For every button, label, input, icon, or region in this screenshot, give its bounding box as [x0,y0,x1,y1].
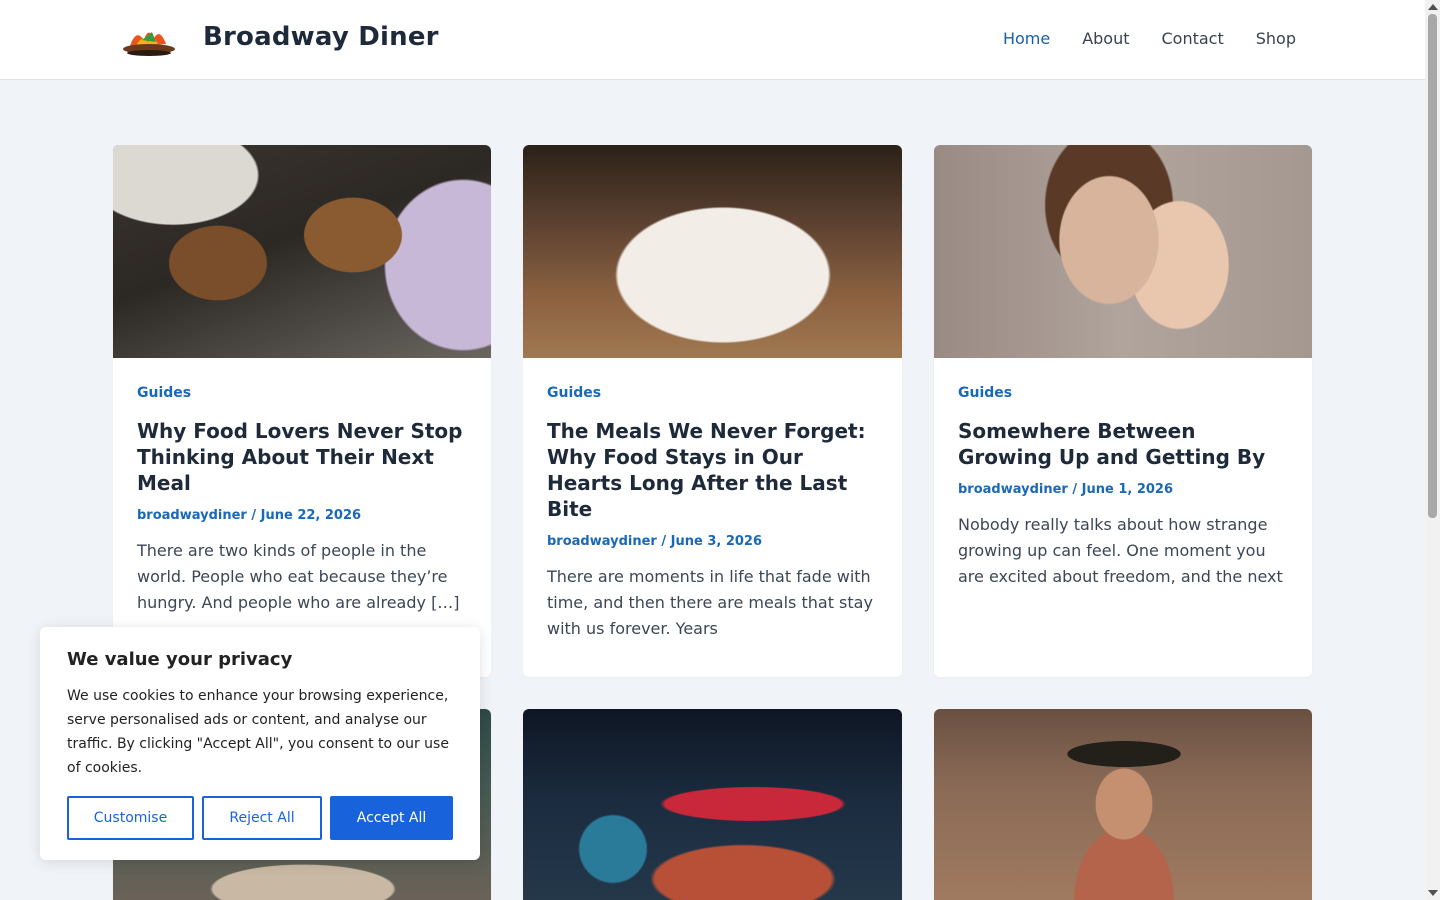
post-card: Guides The Meals We Never Forget: Why Fo… [523,145,902,677]
post-image-mother-daughter[interactable] [934,145,1312,358]
cookie-text: We use cookies to enhance your browsing … [67,688,449,776]
post-title[interactable]: Why Food Lovers Never Stop Thinking Abou… [137,418,471,496]
post-excerpt: There are moments in life that fade with… [547,567,873,638]
post-image-night-market-bbq[interactable] [523,709,902,900]
post-category[interactable]: Guides [547,385,882,401]
cookie-title: We value your privacy [67,649,293,670]
post-title[interactable]: The Meals We Never Forget: Why Food Stay… [547,418,882,522]
post-image-popcorn-woman[interactable] [934,709,1312,900]
post-category[interactable]: Guides [958,385,1292,401]
post-meta: broadwaydiner / June 1, 2026 [958,482,1174,497]
site-title[interactable]: Broadway Diner [203,22,439,52]
post-meta: broadwaydiner / June 22, 2026 [137,508,362,523]
post-excerpt: There are two kinds of people in the wor… [137,541,460,612]
post-card: Guides Why Food Lovers Never Stop Thinki… [113,145,491,677]
scrollbar-thumb[interactable] [1428,14,1437,518]
post-date[interactable]: June 3, 2026 [671,534,762,549]
page-scrollbar[interactable] [1425,0,1440,900]
cookie-accept-button[interactable]: Accept All [330,796,453,840]
cookie-customise-button[interactable]: Customise [67,796,194,840]
post-meta: broadwaydiner / June 3, 2026 [547,534,763,549]
post-image-food-bowls[interactable] [113,145,491,358]
post-author[interactable]: broadwaydiner [137,508,247,523]
post-title[interactable]: Somewhere Between Growing Up and Getting… [958,418,1292,470]
main-nav: Home About Contact Shop [1003,29,1296,48]
nav-about[interactable]: About [1082,29,1129,48]
scroll-down-arrow-icon[interactable] [1428,890,1438,896]
cookie-reject-button[interactable]: Reject All [202,796,322,840]
cookie-consent-banner: We value your privacy We use cookies to … [40,627,480,860]
post-excerpt: Nobody really talks about how strange gr… [958,515,1283,586]
post-author[interactable]: broadwaydiner [547,534,657,549]
post-date[interactable]: June 22, 2026 [261,508,361,523]
post-author[interactable]: broadwaydiner [958,482,1068,497]
post-category[interactable]: Guides [137,385,471,401]
site-logo-icon[interactable] [122,24,176,58]
post-card: Guides Somewhere Between Growing Up and … [934,145,1312,677]
post-date[interactable]: June 1, 2026 [1082,482,1173,497]
post-image-cake-plate[interactable] [523,145,902,358]
site-header: Broadway Diner Home About Contact Shop [0,0,1425,80]
nav-shop[interactable]: Shop [1256,29,1296,48]
nav-home[interactable]: Home [1003,29,1050,48]
nav-contact[interactable]: Contact [1162,29,1224,48]
scroll-up-arrow-icon[interactable] [1428,4,1438,10]
post-card [934,709,1312,900]
post-card [523,709,902,900]
